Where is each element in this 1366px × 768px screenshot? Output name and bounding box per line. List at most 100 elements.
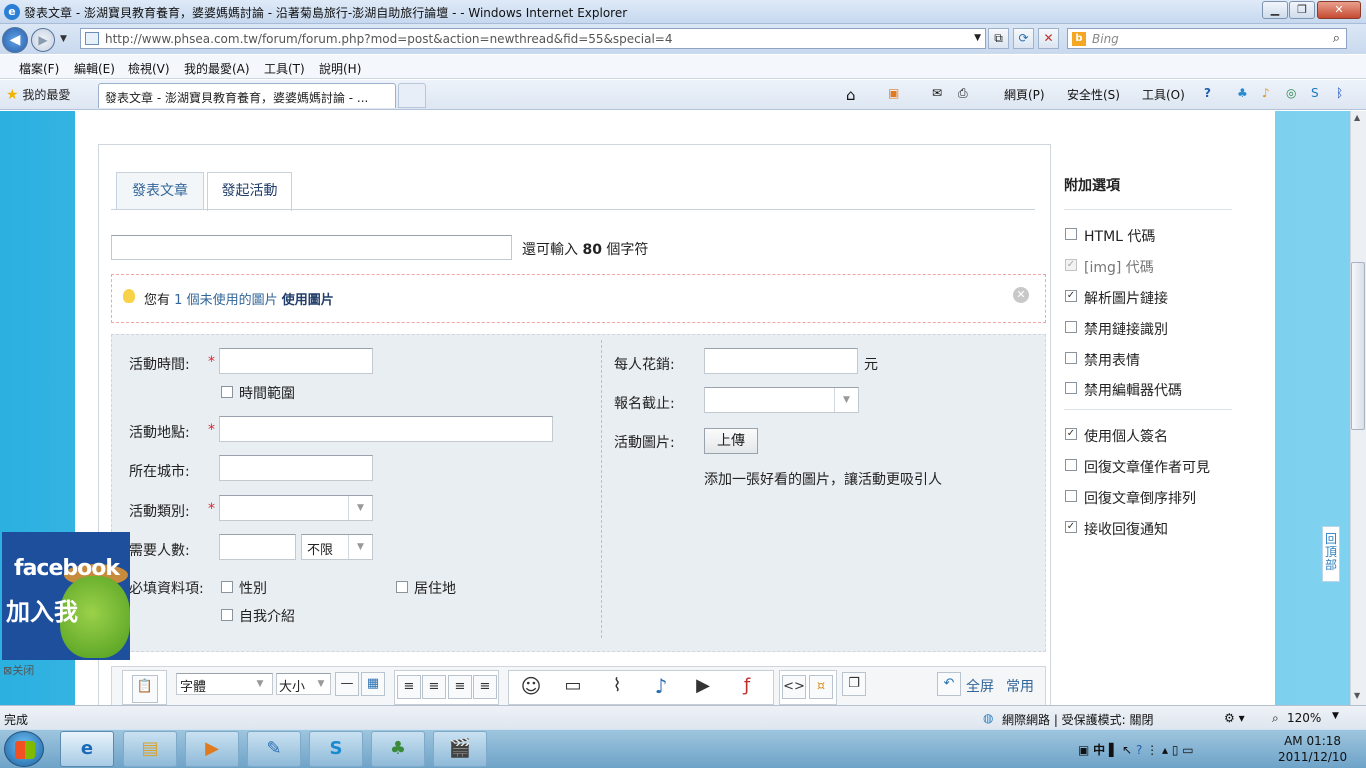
- security-status-icon[interactable]: ⚙ ▾: [1224, 711, 1245, 725]
- close-notice-icon[interactable]: ✕: [1013, 287, 1029, 303]
- event-place-input[interactable]: [219, 416, 553, 442]
- facebook-close-link[interactable]: ⊠关闭: [3, 662, 34, 678]
- option-checkbox[interactable]: [1065, 428, 1077, 440]
- search-icon[interactable]: ⌕: [1333, 31, 1340, 46]
- option-checkbox[interactable]: [1065, 290, 1077, 302]
- use-images-link[interactable]: 使用圖片: [282, 293, 334, 308]
- subject-input[interactable]: [111, 235, 512, 260]
- menu-help[interactable]: 說明(H): [319, 60, 361, 77]
- messenger-taskbar-icon[interactable]: ♣: [371, 731, 425, 767]
- ie-taskbar-icon[interactable]: e: [60, 731, 114, 767]
- option-checkbox[interactable]: [1065, 490, 1077, 502]
- sidebar-option[interactable]: [img] 代碼: [1064, 257, 1234, 276]
- cost-input[interactable]: [704, 348, 858, 374]
- tray-layout-icon[interactable]: ▌: [1109, 743, 1118, 757]
- music-insert-icon[interactable]: ♪: [645, 675, 677, 703]
- browser-tab[interactable]: 發表文章 - 澎湖寶貝教育養育，婆婆媽媽討論 - ...: [98, 83, 396, 108]
- tab-start-event[interactable]: 發起活動: [207, 172, 292, 211]
- code-icon[interactable]: <>: [782, 675, 806, 699]
- deadline-select[interactable]: ▼: [704, 387, 859, 413]
- quote-icon[interactable]: ❐: [842, 672, 866, 696]
- font-select[interactable]: 字體 ▼: [176, 673, 273, 695]
- people-select[interactable]: 不限 ▼: [301, 534, 373, 560]
- refresh-icon[interactable]: ⟳: [1013, 28, 1034, 49]
- minimize-button[interactable]: ▁: [1262, 1, 1288, 19]
- size-select[interactable]: 大小 ▼: [276, 673, 331, 695]
- tools-menu[interactable]: 工具(O): [1142, 86, 1185, 103]
- search-box[interactable]: b Bing ⌕: [1067, 28, 1347, 49]
- facebook-join-badge[interactable]: facebook 加入我: [2, 532, 130, 660]
- page-menu[interactable]: 網頁(P): [1004, 86, 1045, 103]
- tray-network-icon[interactable]: ▭: [1182, 743, 1193, 757]
- scrollbar-thumb[interactable]: [1351, 262, 1365, 430]
- tray-expand-icon[interactable]: ▴: [1162, 743, 1168, 757]
- menu-favorites[interactable]: 我的最愛(A): [184, 60, 250, 77]
- history-dropdown-icon[interactable]: ▼: [60, 34, 67, 44]
- mail-icon[interactable]: ✉: [932, 86, 942, 100]
- sidebar-option[interactable]: HTML 代碼: [1064, 226, 1234, 245]
- align-right-icon[interactable]: ≡: [448, 675, 472, 699]
- home-icon[interactable]: ⌂: [846, 86, 856, 104]
- print-icon[interactable]: ⎙: [958, 86, 968, 101]
- back-button[interactable]: ◀: [2, 27, 28, 53]
- gender-checkbox[interactable]: [221, 581, 233, 593]
- intro-checkbox[interactable]: [221, 609, 233, 621]
- tray-ime-icon[interactable]: ▣: [1078, 743, 1089, 757]
- tab-post-article[interactable]: 發表文章: [116, 172, 204, 210]
- align-center-icon[interactable]: ≡: [422, 675, 446, 699]
- address-bar[interactable]: http://www.phsea.com.tw/forum/forum.php?…: [80, 28, 986, 49]
- option-checkbox[interactable]: [1065, 321, 1077, 333]
- city-input[interactable]: [219, 455, 373, 481]
- upload-button[interactable]: 上傳: [704, 428, 758, 454]
- video-icon[interactable]: ▶: [687, 675, 719, 703]
- zoom-dropdown-icon[interactable]: ▼: [1332, 711, 1339, 721]
- option-checkbox[interactable]: [1065, 521, 1077, 533]
- back-to-top-button[interactable]: 回頂部: [1322, 526, 1340, 582]
- maximize-button[interactable]: ❐: [1289, 1, 1315, 19]
- menu-view[interactable]: 檢視(V): [128, 60, 170, 77]
- favorites-button[interactable]: ★ 我的最愛: [6, 86, 70, 103]
- movie-taskbar-icon[interactable]: 🎬: [433, 731, 487, 767]
- sidebar-option[interactable]: 回復文章僅作者可見: [1064, 457, 1234, 476]
- flash-icon[interactable]: ƒ: [731, 675, 763, 703]
- compat-view-icon[interactable]: ⧉: [988, 28, 1009, 49]
- bluetooth-icon[interactable]: ᛒ: [1336, 86, 1343, 100]
- option-checkbox[interactable]: [1065, 382, 1077, 394]
- skype-taskbar-icon[interactable]: S: [309, 731, 363, 767]
- sidebar-option[interactable]: 禁用鏈接識別: [1064, 319, 1234, 338]
- clock[interactable]: AM 01:18 2011/12/10: [1278, 733, 1347, 765]
- media-player-taskbar-icon[interactable]: ▶: [185, 731, 239, 767]
- menu-file[interactable]: 檔案(F): [19, 60, 59, 77]
- time-range-checkbox[interactable]: [221, 386, 233, 398]
- menu-edit[interactable]: 編輯(E): [74, 60, 115, 77]
- tray-device-icon[interactable]: ▯: [1172, 743, 1179, 757]
- tray-menu-icon[interactable]: ⋮: [1146, 743, 1158, 757]
- tool-taskbar-icon[interactable]: ✎: [247, 731, 301, 767]
- image-icon[interactable]: ▭: [557, 675, 589, 703]
- messenger-icon[interactable]: ♣: [1237, 86, 1248, 100]
- sidebar-option[interactable]: 禁用編輯器代碼: [1064, 380, 1234, 399]
- people-input[interactable]: [219, 534, 296, 560]
- stop-icon[interactable]: ✕: [1038, 28, 1059, 49]
- feeds-icon[interactable]: ▣: [888, 86, 899, 100]
- table-icon[interactable]: ▦: [361, 672, 385, 696]
- category-select[interactable]: ▼: [219, 495, 373, 521]
- attachment-icon[interactable]: ⌇: [601, 675, 633, 703]
- sidebar-option[interactable]: 禁用表情: [1064, 350, 1234, 369]
- music-icon[interactable]: ♪: [1262, 86, 1270, 100]
- paste-icon[interactable]: 📋: [132, 675, 158, 703]
- help-icon[interactable]: ?: [1204, 86, 1211, 100]
- residence-checkbox[interactable]: [396, 581, 408, 593]
- skype-icon[interactable]: S: [1311, 86, 1319, 100]
- zoom-level[interactable]: 120%: [1287, 711, 1321, 725]
- explorer-taskbar-icon[interactable]: ▤: [123, 731, 177, 767]
- free-icon[interactable]: ¤: [809, 675, 833, 699]
- sidebar-option[interactable]: 解析圖片鏈接: [1064, 288, 1234, 307]
- tray-help-icon[interactable]: ?: [1136, 743, 1142, 757]
- safety-menu[interactable]: 安全性(S): [1067, 86, 1120, 103]
- option-checkbox[interactable]: [1065, 259, 1077, 271]
- sidebar-option[interactable]: 回復文章倒序排列: [1064, 488, 1234, 507]
- menu-tools[interactable]: 工具(T): [264, 60, 305, 77]
- sidebar-option[interactable]: 接收回復通知: [1064, 519, 1234, 538]
- scroll-down-icon[interactable]: ▼: [1354, 691, 1360, 700]
